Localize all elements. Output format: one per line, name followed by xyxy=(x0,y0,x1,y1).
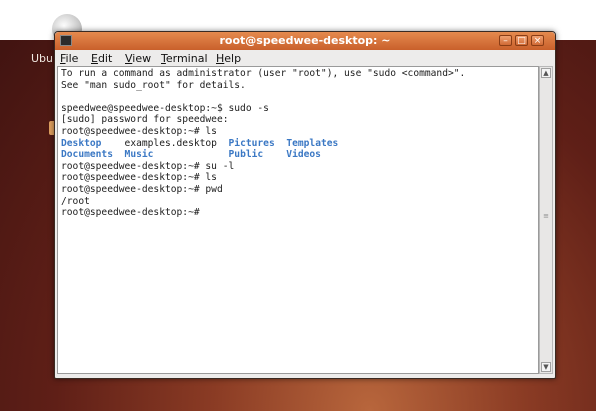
terminal-window: root@speedwee-desktop: ~ – □ × File Edit… xyxy=(54,31,556,379)
menu-file[interactable]: File xyxy=(60,52,78,65)
ls-entry-dir: Templates xyxy=(286,137,339,149)
menu-terminal[interactable]: Terminal xyxy=(161,52,208,65)
ls-entry-dir: Videos xyxy=(286,149,321,161)
terminal-line: /root xyxy=(61,195,90,207)
vertical-scrollbar[interactable]: ▲ ≡ ▼ xyxy=(539,66,553,374)
menubar: File Edit View Terminal Help xyxy=(55,50,555,66)
arrow-up-icon[interactable]: ▲ xyxy=(541,68,551,78)
menu-view[interactable]: View xyxy=(125,52,151,65)
ls-entry-dir: Desktop xyxy=(61,137,102,149)
menu-edit[interactable]: Edit xyxy=(91,52,112,65)
minimize-button[interactable]: – xyxy=(499,35,512,46)
arrow-down-icon[interactable]: ▼ xyxy=(541,362,551,372)
ls-entry-dir: Pictures xyxy=(228,137,275,149)
window-title: root@speedwee-desktop: ~ xyxy=(219,34,391,47)
terminal-line: See "man sudo_root" for details. xyxy=(61,79,246,91)
window-titlebar[interactable]: root@speedwee-desktop: ~ – □ × xyxy=(55,32,555,50)
terminal-output[interactable]: To run a command as administrator (user … xyxy=(57,66,539,374)
menu-help[interactable]: Help xyxy=(216,52,241,65)
ls-entry-file: examples.desktop xyxy=(124,137,217,149)
terminal-line: speedwee@speedwee-desktop:~$ sudo -s xyxy=(61,102,269,114)
ls-entry-dir: Documents xyxy=(61,149,113,161)
terminal-line: root@speedwee-desktop:~# ls xyxy=(61,125,217,137)
terminal-line: root@speedwee-desktop:~# ls xyxy=(61,172,217,184)
ls-entry-dir: Music xyxy=(124,149,154,161)
terminal-line: root@speedwee-desktop:~# su -l xyxy=(61,160,235,172)
ls-entry-dir: Public xyxy=(228,149,264,161)
terminal-line: root@speedwee-desktop:~# pwd xyxy=(61,183,223,195)
terminal-prompt: root@speedwee-desktop:~# xyxy=(61,207,206,219)
terminal-line: [sudo] password for speedwee: xyxy=(61,114,229,126)
close-button[interactable]: × xyxy=(531,35,544,46)
maximize-button[interactable]: □ xyxy=(515,35,528,46)
scrollbar-grip-icon[interactable]: ≡ xyxy=(542,213,550,220)
terminal-line: To run a command as administrator (user … xyxy=(61,68,466,79)
